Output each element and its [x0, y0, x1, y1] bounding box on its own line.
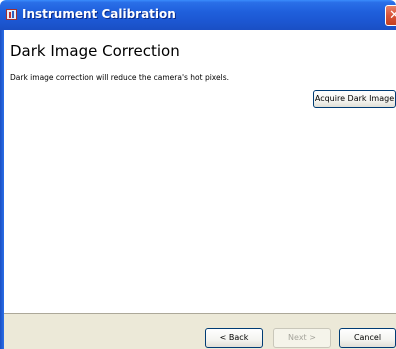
close-button[interactable]: ✕ — [385, 5, 396, 26]
window-title: Instrument Calibration — [22, 7, 176, 21]
window-frame-left — [0, 30, 4, 349]
close-icon: ✕ — [389, 7, 396, 24]
cancel-button[interactable]: Cancel — [339, 328, 396, 348]
page-description: Dark image correction will reduce the ca… — [10, 73, 230, 82]
title-bar[interactable]: Instrument Calibration ✕ — [0, 0, 396, 30]
back-button[interactable]: < Back — [205, 328, 263, 348]
page-title: Dark Image Correction — [10, 42, 180, 60]
calibration-window: Instrument Calibration ✕ Dark Image Corr… — [0, 0, 396, 349]
next-button[interactable]: Next > — [273, 328, 331, 348]
instrument-app-icon — [6, 9, 17, 20]
acquire-dark-image-button[interactable]: Acquire Dark Image — [313, 90, 396, 108]
wizard-footer — [4, 314, 396, 349]
